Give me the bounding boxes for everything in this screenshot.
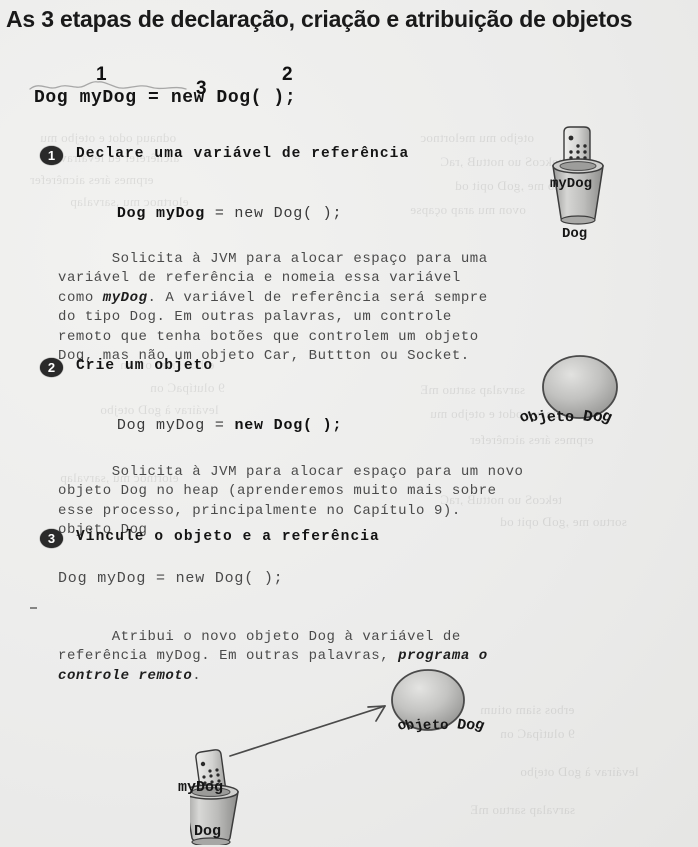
step-3-code: Dog myDog = new Dog( );	[58, 570, 284, 587]
step-2-paragraph: Solicita à JVM para alocar espaço para u…	[58, 443, 523, 541]
step-heading-3: Vincule o objeto e a referência	[76, 529, 380, 545]
step-1-paragraph: Solicita à JVM para alocar espaço para u…	[58, 250, 488, 365]
step-heading-1: Declare uma variável de referência	[76, 146, 410, 162]
cup-type-label-dog-top: Dog	[562, 226, 588, 242]
para-line: remoto que tenha botões que controlem um…	[58, 328, 479, 345]
cup-label-mydog-bottom: myDog	[178, 779, 224, 796]
step-2-code-plain: Dog myDog =	[116, 417, 235, 434]
ghost-text: sarvalap sartuo mE	[420, 382, 526, 397]
step-badge-3: 3	[40, 529, 63, 548]
para-line: Solicita à JVM para alocar espaço para u…	[111, 250, 488, 267]
page-title: As 3 etapas de declaração, criação e atr…	[6, 6, 633, 32]
para-line: esse processo, principalmente no Capítul…	[58, 502, 461, 519]
ghost-text: erpmes áres aicnêrefer	[30, 172, 154, 187]
para-line: Atribui o novo objeto Dog à variável de	[111, 628, 461, 645]
cup-label-mydog-top: myDog	[550, 176, 593, 192]
step-1-code-bold: Dog myDog	[116, 205, 206, 222]
step-2-code-bold: new Dog( );	[234, 417, 343, 434]
cup-type-label-dog-bottom: Dog	[194, 823, 222, 840]
step-badge-2: 2	[40, 358, 63, 377]
step-heading-2: Crie um objeto	[76, 358, 214, 374]
illustration-dog-object-sphere: objeto Dog	[517, 352, 638, 432]
para-line: objeto Dog no heap (aprenderemos muito m…	[58, 483, 497, 499]
reference-assignment-diagram-icon	[190, 669, 465, 845]
annotation-number-2: 2	[282, 64, 293, 85]
illustration-bottom-diagram: myDog Dog objeto Dog	[178, 660, 520, 845]
top-code-line: Dog myDog = new Dog( );	[34, 88, 297, 108]
sphere-label-objeto-dog-bottom: objeto Dog	[395, 715, 487, 736]
para-line: variável de referência e nomeia essa var…	[58, 270, 461, 286]
ghost-text: leváirav à goD otejbo	[520, 764, 639, 779]
stray-mark	[30, 607, 37, 609]
sphere-label-objeto-dog: objeto Dog	[516, 406, 616, 428]
illustration-remote-in-cup-top: myDog Dog	[528, 126, 648, 242]
ghost-text: ovon mu arap oçapse	[410, 202, 526, 217]
step-1-code-rest: = new Dog( );	[205, 205, 343, 222]
emphasis-controle-remoto: controle remoto	[58, 667, 193, 684]
annotation-number-1: 1	[96, 64, 107, 85]
step-badge-1: 1	[40, 146, 63, 165]
ghost-text: otejbo mu melortnoc	[420, 130, 535, 145]
reference-arrow-icon	[229, 705, 386, 757]
ghost-text: odnauq odot e otejbo mu	[40, 130, 177, 145]
emphasis-mydog: myDog	[102, 289, 148, 306]
para-line: do tipo Dog. Em outras palavras, um cont…	[58, 309, 452, 325]
ghost-text: 9 olutípaC on	[150, 380, 225, 395]
scanned-book-page: odnauq odot e otejbo mu aicnêrefer ed le…	[0, 0, 698, 847]
para-line: Solicita à JVM para alocar espaço para u…	[111, 463, 524, 480]
